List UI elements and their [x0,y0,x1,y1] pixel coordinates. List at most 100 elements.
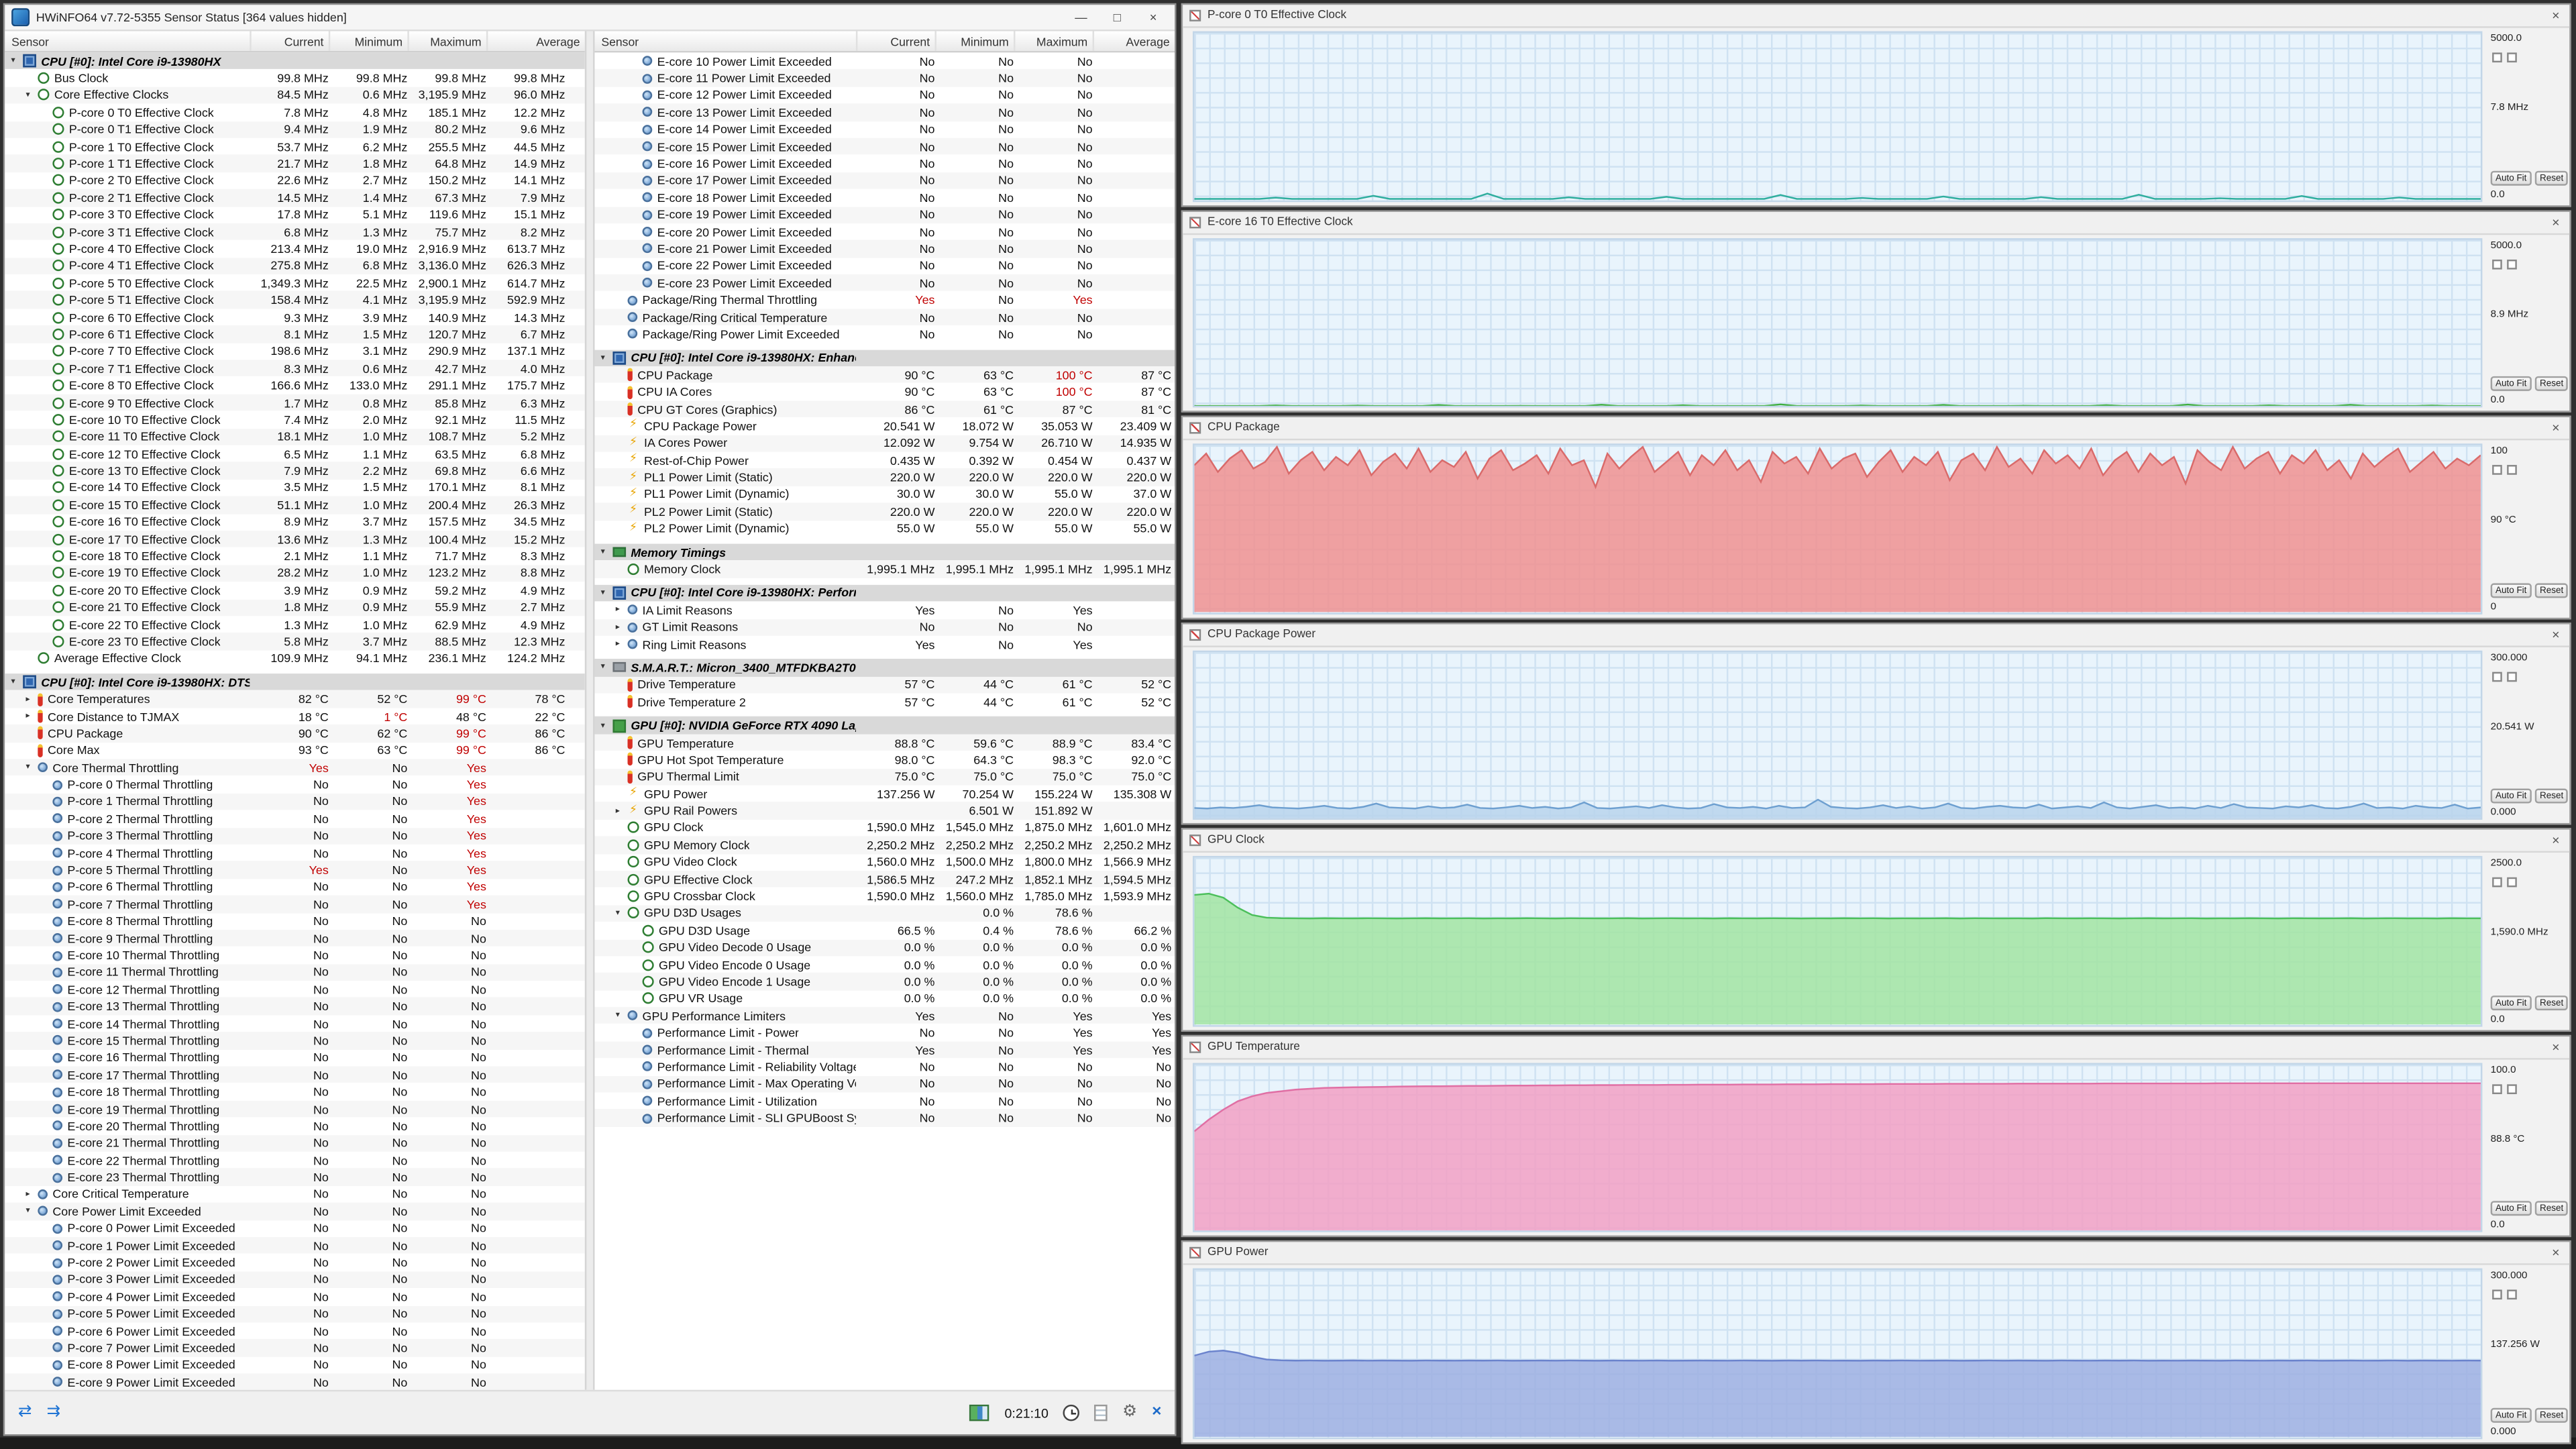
sensor-row[interactable]: P-core 6 Thermal Throttling No No Yes [5,879,584,896]
sensor-row[interactable]: P-core 5 Thermal Throttling Yes No Yes [5,861,585,879]
graph-checkbox-1[interactable] [2492,258,2502,269]
sensor-row[interactable]: E-core 17 Thermal Throttling No No No [5,1066,585,1083]
sensor-row[interactable]: PL1 Power Limit (Static) 220.0 W 220.0 W 22… [594,468,1175,486]
graph-titlebar[interactable]: GPU Power × [1183,1242,2570,1266]
sensor-row[interactable]: CPU Package 90 °C 62 °C 99 °C 86 °C [5,724,585,743]
sensor-row[interactable]: E-core 10 T0 Effective Clock 7.4 MHz 2.0 M… [5,411,584,428]
sensor-row[interactable]: P-core 4 Thermal Throttling No No Yes [5,845,584,861]
minimize-button[interactable]: — [1066,10,1095,25]
reset-button[interactable]: Reset [2534,995,2569,1010]
column-header-average[interactable]: Average [486,31,585,51]
graph-checkbox-2[interactable] [2507,877,2517,888]
sensor-row[interactable]: P-core 6 T0 Effective Clock 9.3 MHz 3.9 MH… [5,309,584,325]
reset-button[interactable]: Reset [2534,1407,2569,1423]
sensor-next-button[interactable]: ⇉ [47,1400,61,1426]
sensor-row[interactable]: P-core 0 Thermal Throttling No No Yes [5,776,584,793]
graph-close-button[interactable]: × [2548,8,2563,23]
sensor-row[interactable]: ▸ GT Limit Reasons No No No [594,619,1175,636]
sensor-row[interactable]: Performance Limit - Thermal Yes No Yes Yes [594,1041,1175,1059]
sensor-row[interactable]: ▾ Core Power Limit Exceeded No No No [5,1203,585,1220]
graph-checkbox-2[interactable] [2507,465,2517,476]
tree-collapsed-icon[interactable]: ▸ [612,622,623,632]
sensor-row[interactable]: E-core 19 Thermal Throttling No No No [5,1100,585,1118]
reset-button[interactable]: Reset [2534,1201,2569,1217]
sensor-row[interactable]: E-core 8 Power Limit Exceeded No No No [5,1356,584,1373]
sensor-row[interactable]: E-core 8 Thermal Throttling No No No [5,912,584,929]
reset-button[interactable]: Reset [2534,170,2569,185]
sensor-row[interactable]: E-core 19 T0 Effective Clock 28.2 MHz 1.0 … [5,564,585,582]
sensor-row[interactable]: E-core 17 Power Limit Exceeded No No No [594,172,1175,189]
sensor-list-right[interactable]: E-core 10 Power Limit Exceeded No No No E-co… [594,52,1175,1390]
panel-splitter[interactable] [584,31,595,1390]
sensor-row[interactable]: E-core 14 T0 Effective Clock 3.5 MHz 1.5 M… [5,480,584,496]
sensor-row[interactable]: E-core 10 Thermal Throttling No No No [5,947,584,963]
sensor-section-row[interactable]: ▾ Memory Timings [594,543,1175,561]
settings-gear-icon[interactable]: ⚙ [1122,1403,1137,1422]
auto-fit-button[interactable]: Auto Fit [2490,582,2532,598]
sensor-row[interactable]: E-core 20 Thermal Throttling No No No [5,1118,584,1134]
tree-expanded-icon[interactable]: ▾ [23,1206,33,1216]
graph-titlebar[interactable]: P-core 0 T0 Effective Clock × [1183,5,2570,28]
column-header-current[interactable]: Current [855,31,935,51]
sensor-row[interactable]: PL1 Power Limit (Dynamic) 30.0 W 30.0 W 55.… [595,486,1175,502]
sensor-row[interactable]: Package/Ring Critical Temperature No No No [594,309,1175,326]
sensor-row[interactable]: E-core 11 T0 Effective Clock 18.1 MHz 1.0 … [5,428,585,445]
sensor-section-row[interactable]: ▾ CPU [#0]: Intel Core i9-13980HX: Enhanc… [594,349,1175,367]
sensor-row[interactable]: GPU Video Encode 1 Usage 0.0 % 0.0 % 0.0 % 0… [594,973,1175,991]
sensor-row[interactable]: E-core 22 Power Limit Exceeded No No No [595,258,1175,274]
graph-checkbox-1[interactable] [2492,671,2502,682]
sensor-row[interactable]: Core Max 93 °C 63 °C 99 °C 86 °C [5,742,584,759]
sensor-row[interactable]: GPU Power 137.256 W 70.254 W 155.224 W 135.3… [595,786,1175,802]
sensor-row[interactable]: P-core 5 Power Limit Exceeded No No No [5,1305,585,1323]
graph-close-button[interactable]: × [2548,421,2563,435]
sensor-row[interactable]: P-core 2 Power Limit Exceeded No No No [5,1254,584,1271]
titlebar[interactable]: HWiNFO64 v7.72-5355 Sensor Status [364 v… [5,5,1175,32]
sensor-row[interactable]: GPU Thermal Limit 75.0 °C 75.0 °C 75.0 °C 75… [594,768,1175,786]
sensor-row[interactable]: P-core 1 T1 Effective Clock 21.7 MHz 1.8 M… [5,155,585,172]
sensor-row[interactable]: PL2 Power Limit (Dynamic) 55.0 W 55.0 W 55.… [595,520,1175,537]
auto-fit-button[interactable]: Auto Fit [2490,1407,2532,1423]
sensor-row[interactable]: E-core 14 Thermal Throttling No No No [5,1015,584,1032]
sensor-row[interactable]: E-core 21 Thermal Throttling No No No [5,1134,585,1152]
sensor-row[interactable]: E-core 14 Power Limit Exceeded No No No [595,121,1175,138]
auto-fit-button[interactable]: Auto Fit [2490,789,2532,804]
sensor-row[interactable]: P-core 7 Thermal Throttling No No Yes [5,896,585,913]
sensor-section-row[interactable]: ▾ GPU [#0]: NVIDIA GeForce RTX 4090 Lapto… [594,716,1175,735]
sensor-row[interactable]: E-core 21 T0 Effective Clock 1.8 MHz 0.9 M… [5,598,585,616]
graph-titlebar[interactable]: CPU Package × [1183,417,2570,441]
sensor-row[interactable]: ▾ Core Effective Clocks 84.5 MHz 0.6 MHz 3,1… [5,87,585,104]
auto-fit-button[interactable]: Auto Fit [2490,170,2532,185]
sensor-row[interactable]: CPU GT Cores (Graphics) 86 °C 61 °C 87 °C 81… [594,400,1175,418]
sensor-row[interactable]: GPU Memory Clock 2,250.2 MHz 2,250.2 MHz 2,… [594,836,1175,854]
tree-expanded-icon[interactable]: ▾ [612,1011,623,1021]
sensor-row[interactable]: E-core 13 Power Limit Exceeded No No No [594,103,1175,121]
sensor-row[interactable]: E-core 13 T0 Effective Clock 7.9 MHz 2.2 M… [5,462,585,480]
sensor-section-row[interactable]: ▾ CPU [#0]: Intel Core i9-13980HX [5,52,585,70]
sensor-row[interactable]: P-core 5 T1 Effective Clock 158.4 MHz 4.1 … [5,291,585,309]
close-sensors-icon[interactable]: × [1152,1403,1161,1422]
graph-checkbox-2[interactable] [2507,258,2517,269]
sensors-icon[interactable] [970,1404,990,1421]
sensor-row[interactable]: CPU Package 90 °C 63 °C 100 °C 87 °C [594,366,1175,384]
sensor-row[interactable]: P-core 1 Power Limit Exceeded No No No [5,1236,585,1254]
sensor-row[interactable]: P-core 0 T0 Effective Clock 7.8 MHz 4.8 MH… [5,104,584,121]
sensor-row[interactable]: P-core 3 Thermal Throttling No No Yes [5,827,585,845]
sensor-row[interactable]: ▾ GPU D3D Usages 0.0 % 78.6 % [594,904,1175,922]
sensor-row[interactable]: E-core 9 Thermal Throttling No No No [5,929,585,947]
tree-collapsed-icon[interactable]: ▸ [612,639,623,649]
tree-collapsed-icon[interactable]: ▸ [23,1189,33,1199]
column-header-sensor[interactable]: Sensor [595,32,856,51]
sensor-row[interactable]: P-core 4 T0 Effective Clock 213.4 MHz 19.0… [5,240,584,257]
sensor-row[interactable]: E-core 8 T0 Effective Clock 166.6 MHz 133.… [5,377,584,394]
sensor-row[interactable]: P-core 3 Power Limit Exceeded No No No [5,1271,585,1289]
sensor-row[interactable]: P-core 3 T1 Effective Clock 6.8 MHz 1.3 MH… [5,223,585,241]
sensor-row[interactable]: P-core 4 T1 Effective Clock 275.8 MHz 6.8 … [5,257,585,275]
tree-expanded-icon[interactable]: ▾ [598,588,608,598]
sensor-row[interactable]: E-core 20 T0 Effective Clock 3.9 MHz 0.9 M… [5,582,584,598]
sensor-row[interactable]: E-core 18 Power Limit Exceeded No No No [595,189,1175,206]
sensor-row[interactable]: Average Effective Clock 109.9 MHz 94.1 MHz… [5,650,584,667]
sensor-row[interactable]: E-core 20 Power Limit Exceeded No No No [595,223,1175,240]
tree-expanded-icon[interactable]: ▾ [23,763,33,773]
graph-close-button[interactable]: × [2548,1246,2563,1260]
sensor-list-left[interactable]: ▾ CPU [#0]: Intel Core i9-13980HX Bus Cloc… [5,52,585,1390]
